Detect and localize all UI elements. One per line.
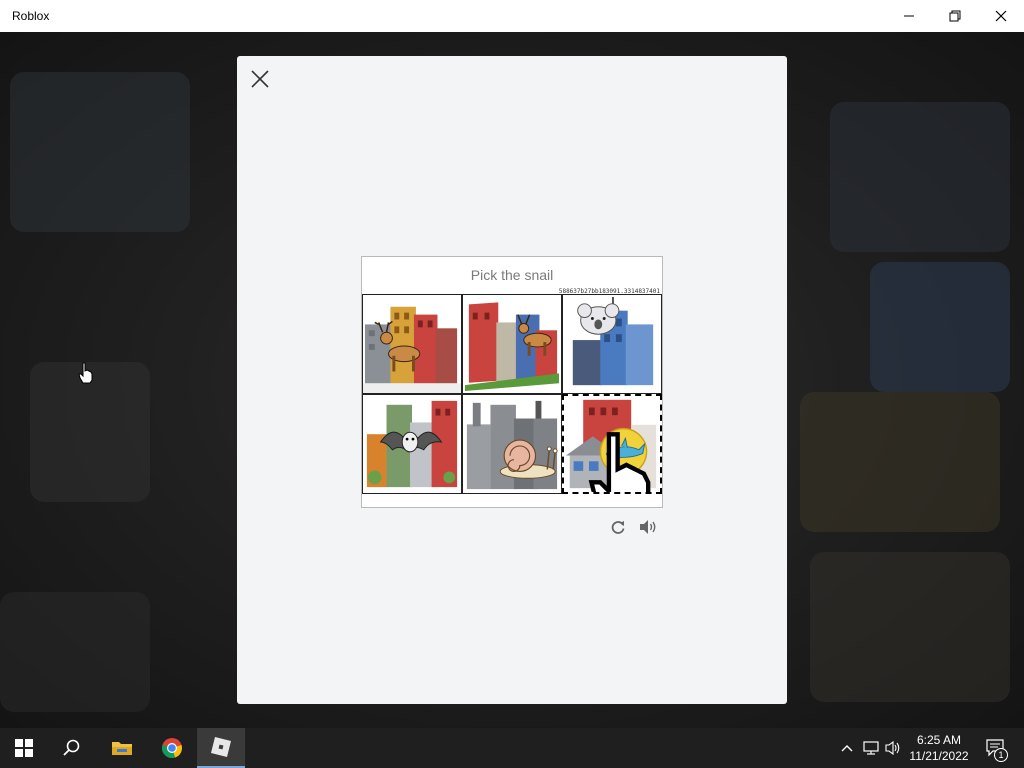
captcha-tile-deer[interactable] [462, 294, 562, 394]
start-button[interactable] [0, 728, 48, 768]
background-decoration [800, 392, 1000, 532]
speaker-icon [640, 520, 656, 534]
roblox-icon [211, 737, 231, 757]
search-icon [63, 739, 80, 756]
deer-city-image [363, 306, 461, 393]
clock-date: 11/21/2022 [909, 749, 969, 763]
captcha-widget: Pick the snail 588637b27bb183091.3314837… [361, 256, 663, 508]
minimize-button[interactable] [886, 0, 932, 32]
captcha-tools [608, 517, 658, 537]
restore-icon [949, 10, 961, 22]
background-decoration [870, 262, 1010, 392]
window-titlebar: Roblox [0, 0, 1024, 32]
close-window-button[interactable] [978, 0, 1024, 32]
chrome-button[interactable] [148, 728, 196, 768]
close-icon [995, 10, 1007, 22]
chrome-icon [162, 738, 182, 758]
restore-button[interactable] [932, 0, 978, 32]
refresh-icon [611, 521, 625, 534]
search-button[interactable] [48, 728, 96, 768]
window-title: Roblox [12, 9, 50, 23]
captcha-audio-button[interactable] [638, 517, 658, 537]
file-explorer-button[interactable] [98, 728, 146, 768]
captcha-tile-deer[interactable] [362, 294, 462, 394]
system-clock[interactable]: 6:25 AM 11/21/2022 [900, 732, 978, 764]
windows-start-icon [15, 739, 33, 757]
deer-city-image [464, 302, 560, 392]
captcha-tile-snail[interactable] [462, 394, 562, 494]
close-icon [251, 70, 269, 88]
notification-count-badge: 1 [994, 748, 1008, 762]
file-explorer-icon [112, 742, 132, 755]
captcha-tile-koala[interactable] [562, 294, 662, 394]
chevron-up-icon [841, 745, 853, 752]
network-button[interactable] [860, 728, 882, 768]
hand-cursor-icon [78, 362, 93, 384]
taskbar: 6:25 AM 11/21/2022 1 [0, 728, 1024, 768]
background-decoration [830, 102, 1010, 252]
modal-close-button[interactable] [247, 66, 273, 92]
background-decoration [810, 552, 1010, 702]
snail-city-image [466, 400, 558, 490]
background-decoration [10, 72, 190, 232]
captcha-grid [362, 294, 662, 494]
roblox-taskbar-button[interactable] [197, 728, 245, 768]
captcha-modal: Pick the snail 588637b27bb183091.3314837… [237, 56, 787, 704]
captcha-tile-bat[interactable] [362, 394, 462, 494]
clock-time: 6:25 AM [916, 733, 962, 747]
notifications-button[interactable]: 1 [980, 728, 1010, 768]
koala-city-image [572, 296, 654, 386]
background-decoration [0, 592, 150, 712]
captcha-prompt: Pick the snail [470, 267, 554, 283]
captcha-reload-button[interactable] [608, 517, 628, 537]
captcha-tile-shark-selected[interactable] [562, 394, 662, 494]
show-hidden-icons-button[interactable] [836, 728, 858, 768]
bat-city-image [366, 400, 458, 488]
hand-cursor-icon [588, 432, 651, 492]
network-icon [863, 741, 879, 755]
volume-icon [885, 741, 900, 755]
minimize-icon [904, 15, 914, 17]
